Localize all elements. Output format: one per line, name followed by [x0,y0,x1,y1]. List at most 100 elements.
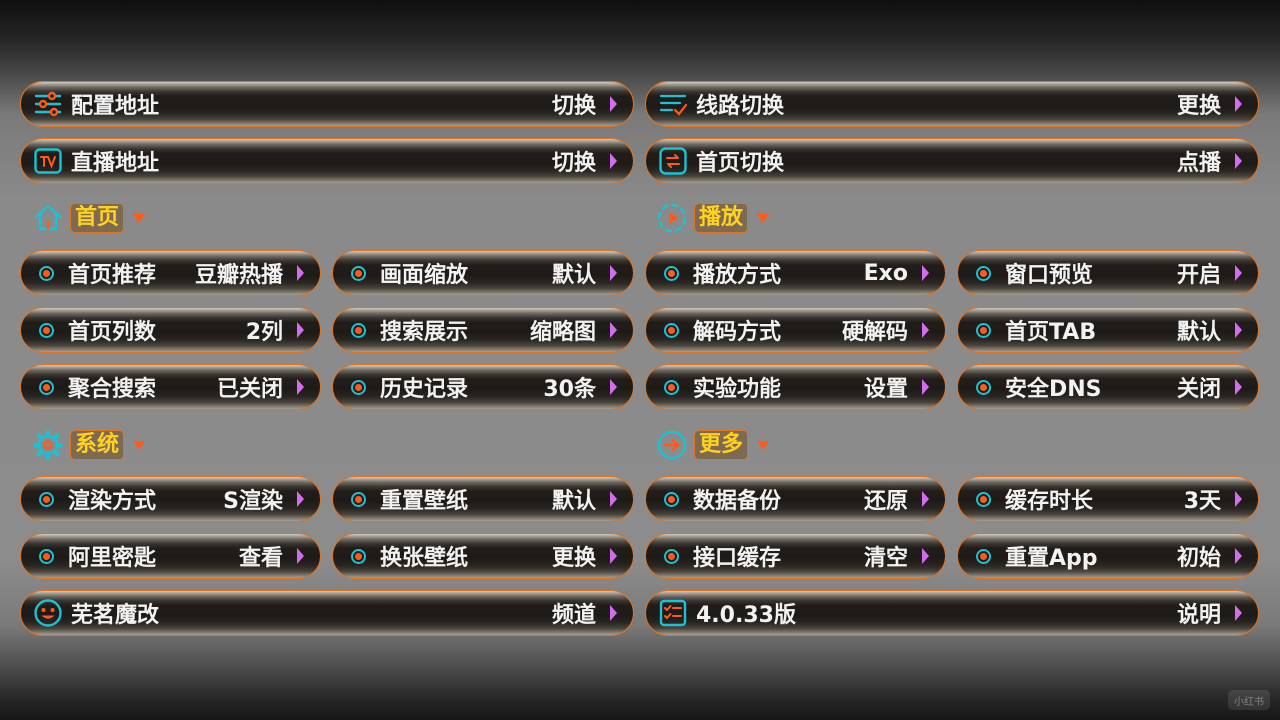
aggregate-search-item[interactable]: 聚合搜索 已关闭 [20,364,321,410]
version-info-row[interactable]: 4.0.33版 说明 [645,590,1259,636]
bullet-icon [664,265,679,281]
live-address-value: 切换 [551,151,596,176]
home-switch-label: 首页切换 [696,151,785,176]
window-preview-item[interactable]: 窗口预览 开启 [957,250,1259,296]
chevron-right-icon [922,548,929,564]
bullet-icon [664,322,679,338]
section-more-title: 更多 [694,430,749,460]
mod-channel-label: 芜茗魔改 [71,603,160,628]
switch-icon [658,146,688,176]
play-circle-icon [656,202,688,234]
home-tab-item[interactable]: 首页TAB 默认 [957,307,1259,353]
bullet-icon [664,548,679,564]
bullet-icon [39,265,54,281]
home-icon [32,202,64,234]
chevron-right-icon [610,153,617,169]
picture-zoom-item[interactable]: 画面缩放 默认 [332,250,634,296]
item-label: 阿里密匙 [68,546,157,571]
chevron-right-icon [1235,491,1242,507]
chevron-right-icon [1235,605,1242,621]
section-play-title: 播放 [694,203,749,233]
item-label: 渲染方式 [68,489,157,514]
secure-dns-item[interactable]: 安全DNS 关闭 [957,364,1259,410]
chevron-right-icon [297,265,304,281]
item-label: 换张壁纸 [380,546,469,571]
route-switch-value: 更换 [1176,94,1221,119]
chevron-right-icon [922,379,929,395]
item-value: 初始 [1176,546,1221,571]
chevron-right-icon [297,322,304,338]
aliyun-key-item[interactable]: 阿里密匙 查看 [20,533,321,579]
chevron-right-icon [1235,379,1242,395]
decode-mode-item[interactable]: 解码方式 硬解码 [645,307,946,353]
bullet-icon [976,548,991,564]
caret-down-icon [757,213,770,223]
api-cache-item[interactable]: 接口缓存 清空 [645,533,946,579]
watermark: 小红书 [1228,690,1270,710]
route-switch-row[interactable]: 线路切换 更换 [645,81,1259,127]
home-columns-item[interactable]: 首页列数 2列 [20,307,321,353]
item-label: 接口缓存 [693,546,782,571]
item-value: 2列 [245,320,283,345]
live-address-row[interactable]: 直播地址 切换 [20,138,634,184]
live-address-label: 直播地址 [71,151,160,176]
chevron-right-icon [1235,265,1242,281]
item-label: 首页TAB [1005,320,1097,345]
item-value: 硬解码 [841,320,908,345]
bullet-icon [39,379,54,395]
list-check-icon [658,89,688,119]
chevron-right-icon [610,96,617,112]
arrow-right-circle-icon [656,429,688,461]
item-label: 实验功能 [693,377,782,402]
play-mode-item[interactable]: 播放方式 Exo [645,250,946,296]
home-switch-row[interactable]: 首页切换 点播 [645,138,1259,184]
chevron-right-icon [610,548,617,564]
reset-wallpaper-item[interactable]: 重置壁纸 默认 [332,476,634,522]
item-value: 还原 [863,489,908,514]
bullet-icon [39,491,54,507]
version-label: 4.0.33版 [696,603,796,628]
config-address-row[interactable]: 配置地址 切换 [20,81,634,127]
bullet-icon [664,491,679,507]
caret-down-icon [757,440,770,450]
section-home: 首页 [32,201,146,235]
section-more: 更多 [656,428,770,462]
item-value: 30条 [543,377,596,402]
chevron-right-icon [610,491,617,507]
tv-icon [33,146,63,176]
home-recommend-item[interactable]: 首页推荐 豆瓣热播 [20,250,321,296]
item-label: 播放方式 [693,263,782,288]
section-play: 播放 [656,201,770,235]
cache-duration-item[interactable]: 缓存时长 3天 [957,476,1259,522]
mod-channel-row[interactable]: 芜茗魔改 频道 [20,590,634,636]
chevron-right-icon [922,265,929,281]
mod-channel-value: 频道 [551,603,596,628]
chevron-right-icon [922,491,929,507]
render-mode-item[interactable]: 渲染方式 S渲染 [20,476,321,522]
item-value: 更换 [551,546,596,571]
version-value: 说明 [1176,603,1221,628]
item-value: 默认 [1176,320,1221,345]
chevron-right-icon [1235,153,1242,169]
experimental-item[interactable]: 实验功能 设置 [645,364,946,410]
item-label: 搜索展示 [380,320,469,345]
item-value: 已关闭 [216,377,283,402]
section-home-title: 首页 [70,203,125,233]
gear-icon [32,429,64,461]
bullet-icon [664,379,679,395]
history-item[interactable]: 历史记录 30条 [332,364,634,410]
item-value: 默认 [551,263,596,288]
search-display-item[interactable]: 搜索展示 缩略图 [332,307,634,353]
item-label: 数据备份 [693,489,782,514]
reset-app-item[interactable]: 重置App 初始 [957,533,1259,579]
item-value: 查看 [238,546,283,571]
item-label: 重置壁纸 [380,489,469,514]
chevron-right-icon [610,605,617,621]
item-label: 窗口预览 [1005,263,1094,288]
change-wallpaper-item[interactable]: 换张壁纸 更换 [332,533,634,579]
route-switch-label: 线路切换 [696,94,785,119]
chevron-right-icon [297,491,304,507]
item-value: 关闭 [1176,377,1221,402]
data-backup-item[interactable]: 数据备份 还原 [645,476,946,522]
smiley-icon [33,598,63,628]
